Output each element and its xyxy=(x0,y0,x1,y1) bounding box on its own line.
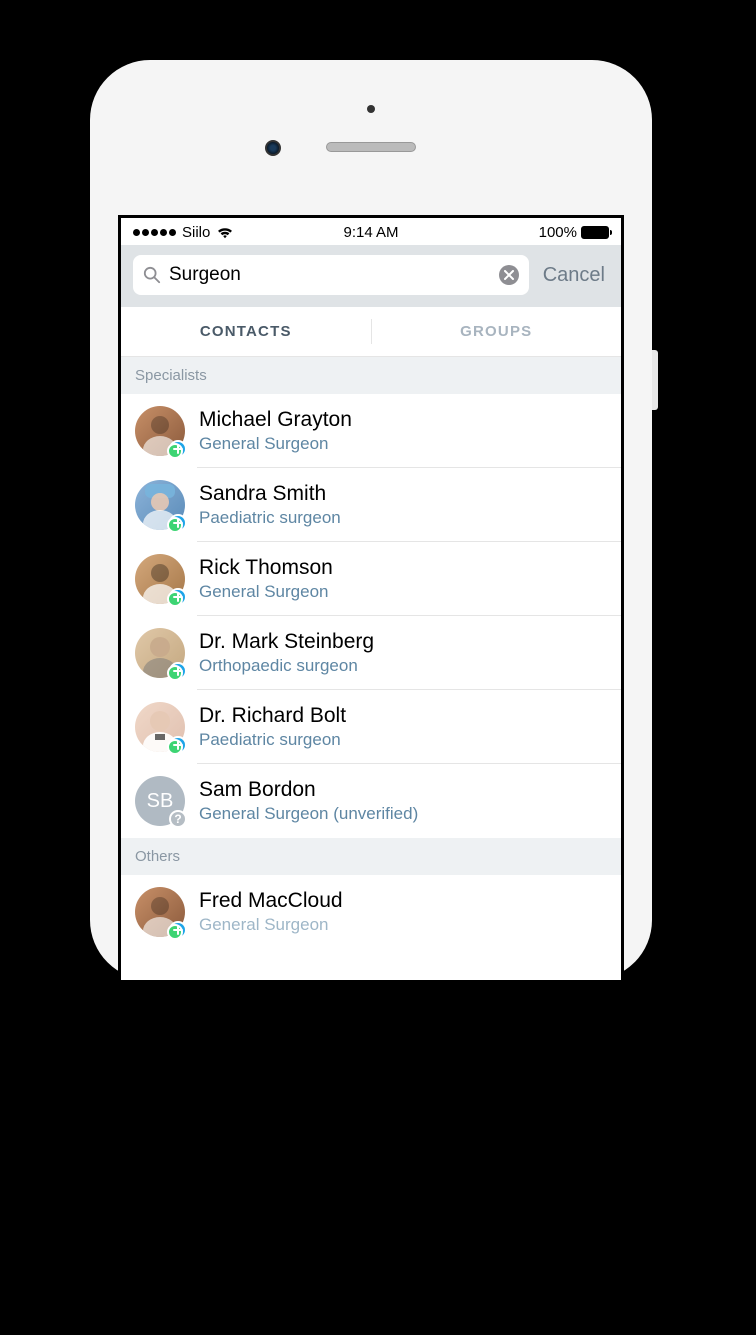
verified-badge-icon xyxy=(169,514,187,532)
search-input[interactable] xyxy=(169,264,499,286)
battery-icon xyxy=(581,226,609,239)
avatar xyxy=(135,702,185,752)
contact-row[interactable]: Dr. Mark Steinberg Orthopaedic surgeon xyxy=(121,616,621,690)
contact-text: Sandra Smith Paediatric surgeon xyxy=(199,482,607,528)
contact-subtitle: Orthopaedic surgeon xyxy=(199,656,607,676)
verified-badge-icon xyxy=(169,662,187,680)
contact-name: Rick Thomson xyxy=(199,556,607,580)
contact-row[interactable]: Michael Grayton General Surgeon xyxy=(121,394,621,468)
cancel-button[interactable]: Cancel xyxy=(543,264,609,287)
tab-groups[interactable]: GROUPS xyxy=(372,307,622,356)
contact-row[interactable]: SB ? Sam Bordon General Surgeon (unverif… xyxy=(121,764,621,838)
contact-text: Sam Bordon General Surgeon (unverified) xyxy=(199,778,607,824)
battery-percent: 100% xyxy=(539,224,577,241)
contact-name: Dr. Richard Bolt xyxy=(199,704,607,728)
verified-badge-icon xyxy=(169,440,187,458)
avatar xyxy=(135,628,185,678)
avatar xyxy=(135,480,185,530)
contact-row[interactable]: Sandra Smith Paediatric surgeon xyxy=(121,468,621,542)
contact-name: Michael Grayton xyxy=(199,408,607,432)
contact-name: Sam Bordon xyxy=(199,778,607,802)
status-time: 9:14 AM xyxy=(343,224,398,241)
avatar xyxy=(135,554,185,604)
phone-frame: Siilo 9:14 AM 100% Cance xyxy=(90,60,652,980)
unverified-badge-icon: ? xyxy=(169,810,187,828)
wifi-icon xyxy=(216,226,234,240)
contact-text: Dr. Mark Steinberg Orthopaedic surgeon xyxy=(199,630,607,676)
contact-row[interactable]: Rick Thomson General Surgeon xyxy=(121,542,621,616)
section-header-specialists: Specialists xyxy=(121,357,621,394)
front-camera xyxy=(265,140,281,156)
contact-text: Michael Grayton General Surgeon xyxy=(199,408,607,454)
verified-badge-icon xyxy=(169,921,187,939)
status-left: Siilo xyxy=(133,224,234,241)
contact-list-others: Fred MacCloud General Surgeon xyxy=(121,875,621,941)
signal-icon xyxy=(133,229,176,236)
contact-name: Sandra Smith xyxy=(199,482,607,506)
clear-search-button[interactable] xyxy=(499,265,519,285)
side-button xyxy=(652,350,658,410)
contact-subtitle: General Surgeon xyxy=(199,915,607,935)
speaker-grille xyxy=(326,142,416,152)
tabs: CONTACTS GROUPS xyxy=(121,307,621,357)
contact-text: Rick Thomson General Surgeon xyxy=(199,556,607,602)
contact-list-specialists: Michael Grayton General Surgeon Sandra S… xyxy=(121,394,621,838)
contact-subtitle: General Surgeon xyxy=(199,582,607,602)
contact-name: Fred MacCloud xyxy=(199,889,607,913)
contact-text: Fred MacCloud General Surgeon xyxy=(199,889,607,935)
sensor-dot xyxy=(367,105,375,113)
verified-badge-icon xyxy=(169,736,187,754)
status-right: 100% xyxy=(539,224,609,241)
search-area: Cancel xyxy=(121,245,621,307)
contact-subtitle: Paediatric surgeon xyxy=(199,508,607,528)
tab-contacts[interactable]: CONTACTS xyxy=(121,307,371,356)
contact-subtitle: General Surgeon xyxy=(199,434,607,454)
screen: Siilo 9:14 AM 100% Cance xyxy=(118,215,624,980)
contact-subtitle: Paediatric surgeon xyxy=(199,730,607,750)
avatar xyxy=(135,887,185,937)
contact-row[interactable]: Fred MacCloud General Surgeon xyxy=(121,875,621,941)
contact-row[interactable]: Dr. Richard Bolt Paediatric surgeon xyxy=(121,690,621,764)
carrier-label: Siilo xyxy=(182,224,210,241)
search-icon xyxy=(143,266,161,284)
avatar xyxy=(135,406,185,456)
status-bar: Siilo 9:14 AM 100% xyxy=(121,218,621,245)
phone-top xyxy=(90,60,652,190)
avatar: SB ? xyxy=(135,776,185,826)
contact-subtitle: General Surgeon (unverified) xyxy=(199,804,607,824)
section-header-others: Others xyxy=(121,838,621,875)
search-box[interactable] xyxy=(133,255,529,295)
verified-badge-icon xyxy=(169,588,187,606)
contact-text: Dr. Richard Bolt Paediatric surgeon xyxy=(199,704,607,750)
contact-name: Dr. Mark Steinberg xyxy=(199,630,607,654)
